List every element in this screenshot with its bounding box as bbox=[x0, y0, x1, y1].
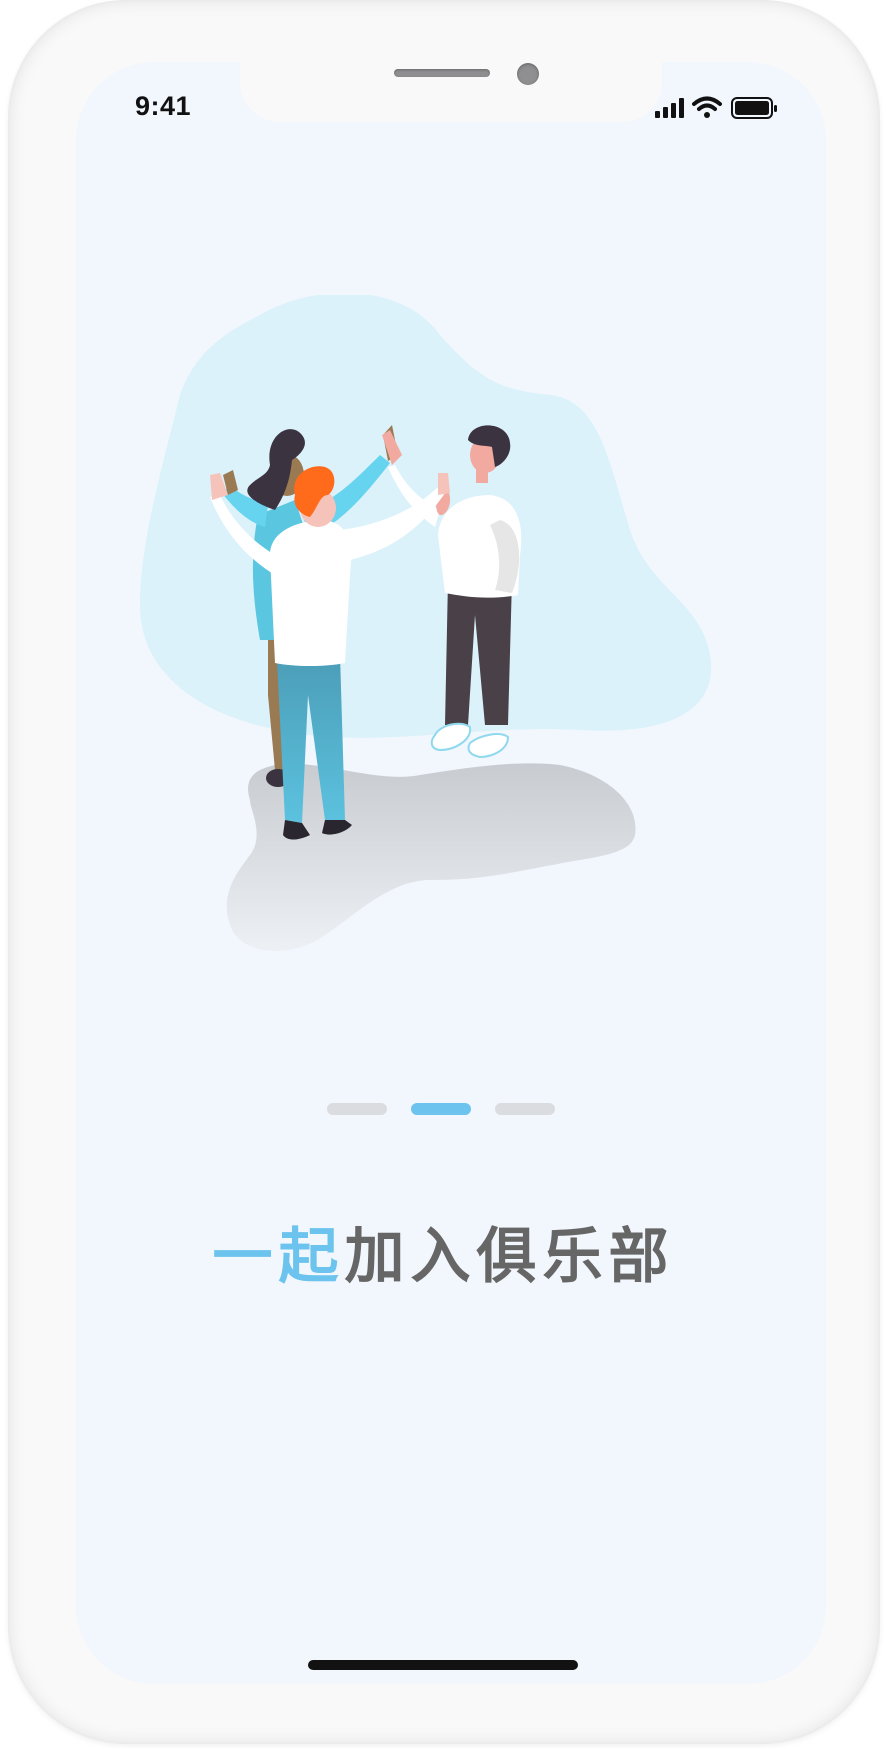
people-high-five-illustration bbox=[140, 295, 712, 952]
page-dot-1[interactable] bbox=[327, 1103, 387, 1115]
status-time: 9:41 bbox=[135, 91, 192, 121]
home-indicator[interactable] bbox=[308, 1660, 578, 1670]
battery-icon bbox=[731, 97, 777, 119]
speaker-grille bbox=[394, 69, 490, 77]
page-dot-3[interactable] bbox=[495, 1103, 555, 1115]
onboarding-headline: 一起加入俱乐部 bbox=[0, 1208, 887, 1295]
signal-icon bbox=[655, 98, 684, 118]
front-camera bbox=[517, 63, 539, 85]
headline-rest: 加入俱乐部 bbox=[344, 1222, 675, 1292]
onboarding-page-indicator[interactable] bbox=[327, 1103, 557, 1117]
wifi-icon bbox=[692, 96, 722, 118]
status-icons bbox=[655, 96, 777, 119]
page-dot-2-active[interactable] bbox=[411, 1103, 471, 1115]
headline-accent: 一起 bbox=[212, 1222, 345, 1292]
